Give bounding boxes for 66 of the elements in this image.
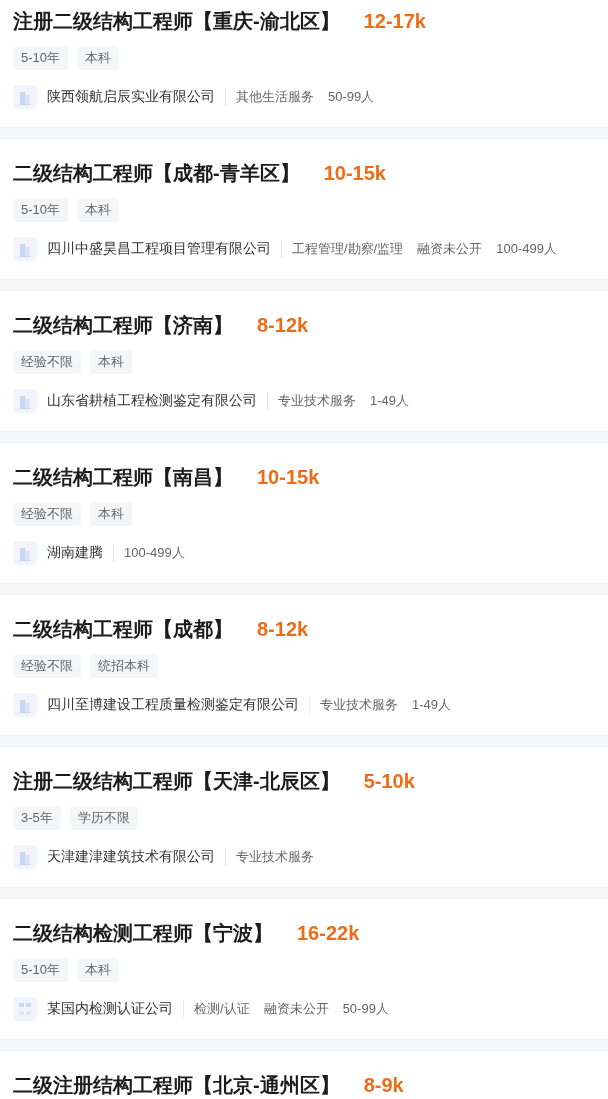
salary: 5-10k: [363, 769, 415, 794]
job-tag: 本科: [77, 198, 120, 222]
job-title: 二级结构检测工程师【宁波】: [13, 921, 273, 946]
building-icon: [13, 389, 37, 413]
job-tag: 本科: [77, 46, 120, 70]
company-name: 天津建津建筑技术有限公司: [47, 848, 215, 866]
job-card[interactable]: 二级注册结构工程师【北京-通州区】 8-9k: [0, 1051, 608, 1099]
company-info: 融资未公开: [417, 240, 483, 258]
company-info: 工程管理/勘察/监理: [292, 240, 404, 258]
job-card[interactable]: 注册二级结构工程师【重庆-渝北区】 12-17k 5-10年 本科 陕西领航启辰实业有限公司 其他生活服务 50-99人: [0, 0, 608, 127]
company-info: 50-99人: [328, 88, 375, 106]
company-name: 山东省耕植工程检测鉴定有限公司: [47, 392, 257, 410]
job-card[interactable]: 二级结构工程师【南昌】 10-15k 经验不限 本科 湖南建腾 100-499人: [0, 443, 608, 583]
job-card[interactable]: 二级结构工程师【济南】 8-12k 经验不限 本科 山东省耕植工程检测鉴定有限公司 专业技术服务 1-49人: [0, 291, 608, 431]
company-info: 其他生活服务: [236, 88, 314, 106]
company-info: 专业技术服务: [236, 848, 314, 866]
job-tag: 5-10年: [13, 46, 69, 70]
company-info: 1-49人: [370, 392, 410, 410]
building-icon: [13, 845, 37, 869]
company-info: 检测/认证: [194, 1000, 250, 1018]
company-info: 100-499人: [496, 240, 557, 258]
salary: 8-12k: [257, 313, 309, 338]
job-tag: 统招本科: [90, 654, 158, 678]
salary: 8-9k: [363, 1073, 404, 1098]
job-title: 二级注册结构工程师【北京-通州区】: [13, 1073, 340, 1098]
company-name: 湖南建腾: [47, 544, 103, 562]
job-tag: 5-10年: [13, 198, 69, 222]
company-name: 陕西领航启辰实业有限公司: [47, 88, 215, 106]
salary: 10-15k: [323, 161, 386, 186]
job-tag: 3-5年: [13, 806, 61, 830]
job-tag: 学历不限: [69, 806, 138, 830]
salary: 12-17k: [363, 9, 426, 34]
job-card[interactable]: 注册二级结构工程师【天津-北辰区】 5-10k 3-5年 学历不限 天津建津建筑技术有限公司 专业技术服务: [0, 747, 608, 887]
job-title: 注册二级结构工程师【天津-北辰区】: [13, 769, 340, 794]
job-title: 二级结构工程师【成都-青羊区】: [13, 161, 300, 186]
job-tag: 经验不限: [13, 350, 81, 374]
job-tag: 本科: [77, 958, 120, 982]
salary: 10-15k: [257, 465, 320, 490]
job-tag: 经验不限: [13, 502, 81, 526]
job-title: 二级结构工程师【成都】: [13, 617, 233, 642]
company-info: 专业技术服务: [320, 696, 398, 714]
job-card[interactable]: 二级结构检测工程师【宁波】 16-22k 5-10年 本科 某国内检测认证公司 检测/认证 融资未公开 50-99人: [0, 899, 608, 1039]
job-title: 二级结构工程师【南昌】: [13, 465, 233, 490]
company-info: 50-99人: [342, 1000, 389, 1018]
job-card[interactable]: 二级结构工程师【成都】 8-12k 经验不限 统招本科 四川至博建设工程质量检测鉴定有限公司 专业技术服务 1-49人: [0, 595, 608, 735]
company-info: 100-499人: [124, 544, 185, 562]
job-tag: 5-10年: [13, 958, 69, 982]
job-tag: 本科: [90, 350, 132, 374]
job-tag: 经验不限: [13, 654, 81, 678]
building-icon: [13, 85, 37, 109]
company-name: 四川中盛昊昌工程项目管理有限公司: [47, 240, 271, 258]
company-name: 某国内检测认证公司: [47, 1000, 173, 1018]
job-card[interactable]: 二级结构工程师【成都-青羊区】 10-15k 5-10年 本科 四川中盛昊昌工程项目管理有限公司 工程管理/勘察/监理 融资未公开 100-499人: [0, 139, 608, 279]
job-title: 注册二级结构工程师【重庆-渝北区】: [13, 9, 340, 34]
job-title: 二级结构工程师【济南】: [13, 313, 233, 338]
building-icon: [13, 541, 37, 565]
salary: 16-22k: [297, 921, 360, 946]
company-name: 四川至博建设工程质量检测鉴定有限公司: [47, 696, 299, 714]
building-icon: [13, 237, 37, 261]
logo-icon: [13, 997, 37, 1021]
company-info: 融资未公开: [263, 1000, 329, 1018]
job-tag: 本科: [90, 502, 132, 526]
company-info: 1-49人: [412, 696, 452, 714]
salary: 8-12k: [257, 617, 309, 642]
company-info: 专业技术服务: [278, 392, 356, 410]
building-icon: [13, 693, 37, 717]
